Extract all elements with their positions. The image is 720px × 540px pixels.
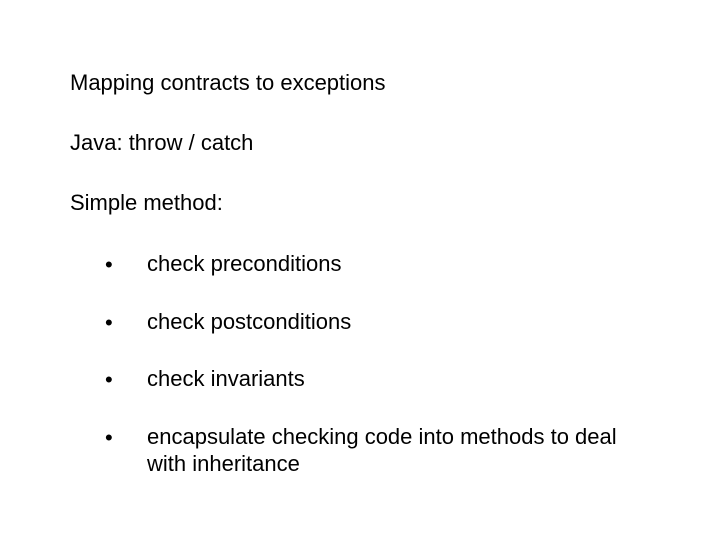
list-item: • check postconditions [105,308,650,336]
line-java: Java: throw / catch [70,130,650,156]
bullet-icon: • [105,309,113,337]
list-item-text: check preconditions [147,251,341,276]
slide-title: Mapping contracts to exceptions [70,70,650,96]
list-item: • encapsulate checking code into methods… [105,423,650,478]
bullet-icon: • [105,424,113,452]
list-item-text: check invariants [147,366,305,391]
bullet-icon: • [105,366,113,394]
bullet-list: • check preconditions • check postcondit… [105,250,650,478]
slide: Mapping contracts to exceptions Java: th… [0,0,720,540]
line-simple-method: Simple method: [70,190,650,216]
list-item: • check preconditions [105,250,650,278]
list-item-text: check postconditions [147,309,351,334]
bullet-icon: • [105,251,113,279]
list-item-text: encapsulate checking code into methods t… [147,424,617,477]
list-item: • check invariants [105,365,650,393]
